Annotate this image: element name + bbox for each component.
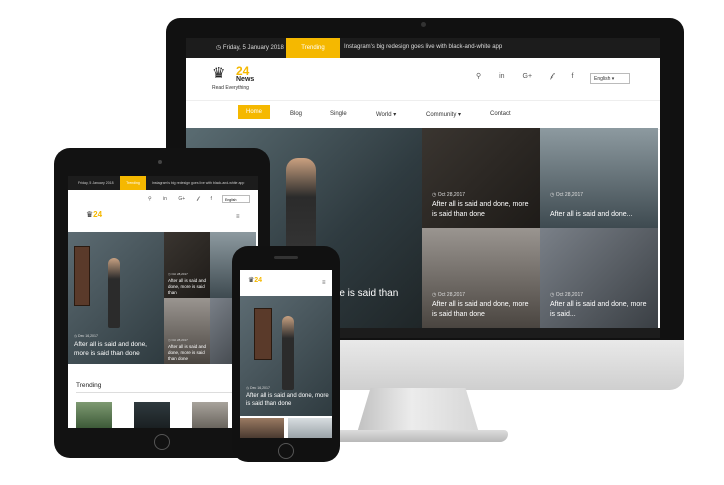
google-plus-icon[interactable]: G+ <box>178 196 185 202</box>
trending-badge[interactable]: Trending <box>286 38 340 60</box>
clock-icon: ◷ <box>216 45 222 51</box>
linkedin-icon[interactable]: in <box>499 73 504 80</box>
monitor-base <box>332 430 508 442</box>
tile-title[interactable]: After all is said and done, more is said… <box>168 344 210 362</box>
date-text: ◷ Friday, 5 January 2018 <box>216 45 284 51</box>
divider <box>76 392 250 393</box>
nav-community[interactable]: Community ▾ <box>426 111 461 118</box>
hero-title[interactable]: After all is said and done, more is said… <box>246 392 330 408</box>
tile-date: ◷ Oct 28,2017 <box>432 192 466 198</box>
search-icon[interactable]: ⚲ <box>148 196 152 202</box>
main-nav: Home Blog Single World ▾ Community ▾ Con… <box>186 100 660 130</box>
crown-icon: ♛ <box>212 65 226 82</box>
search-icon[interactable]: ⚲ <box>476 72 481 80</box>
hero-door <box>254 308 272 360</box>
top-bar: ◷ Friday, 5 January 2018 Trending Instag… <box>186 38 660 60</box>
hero-title[interactable]: After all is said and done, more is said… <box>74 340 162 358</box>
tile-title[interactable]: After all is said and done, more is said… <box>168 278 210 296</box>
camera-icon <box>421 22 426 27</box>
header-icons: ⚲ in G+ 𝓯 f <box>476 72 589 81</box>
linkedin-icon[interactable]: in <box>163 196 167 202</box>
language-select[interactable]: English ▾ <box>590 73 630 84</box>
tablet-top-bar: Friday, 5 January 2018 Trending Instagra… <box>68 176 258 190</box>
home-button <box>154 434 170 450</box>
tile-title[interactable]: After all is said and done, more is said… <box>432 300 532 320</box>
home-button <box>278 443 294 459</box>
hero-door <box>74 246 90 306</box>
site-logo[interactable]: ♛24 <box>86 210 102 219</box>
site-header: ♛ 24 News Read Everything ⚲ in G+ 𝓯 f En… <box>186 58 660 100</box>
article-tile[interactable]: ◷ Oct 28,2017 After all is said and done… <box>540 128 658 228</box>
twitter-icon[interactable]: 𝓯 <box>197 196 200 202</box>
tablet-screen: Friday, 5 January 2018 Trending Instagra… <box>68 176 258 428</box>
site-logo[interactable]: ♛24 <box>248 276 262 284</box>
facebook-icon[interactable]: f <box>210 196 211 202</box>
trending-badge[interactable]: Trending <box>120 176 146 190</box>
tile-title[interactable]: After all is said and done, more is said… <box>432 200 532 220</box>
phone-screen: ♛24 ≡ ◷ Dec 16,2017 After all is said an… <box>240 270 332 438</box>
trending-headline[interactable]: Instagram's big redesign goes live with … <box>152 181 244 185</box>
trending-thumbnail[interactable] <box>76 402 112 428</box>
hero-date: ◷ Dec 16,2017 <box>74 334 98 338</box>
hamburger-icon[interactable]: ≡ <box>322 280 326 286</box>
trending-headline[interactable]: Instagram's big redesign goes live with … <box>344 44 502 50</box>
nav-blog[interactable]: Blog <box>290 111 302 117</box>
article-tile[interactable]: ◷ Oct 28,2017 After all is said and done… <box>164 232 210 298</box>
nav-world[interactable]: World ▾ <box>376 111 396 118</box>
article-tile[interactable]: ◷ Oct 28,2017 After all is said and done… <box>422 228 540 328</box>
chevron-down-icon: ▾ <box>611 76 615 82</box>
article-tile[interactable]: ◷ Oct 28,2017 After all is said and done… <box>164 298 210 364</box>
tile-title[interactable]: After all is said and done, more is said… <box>550 300 650 320</box>
nav-home[interactable]: Home <box>238 105 271 119</box>
facebook-icon[interactable]: f <box>571 73 573 80</box>
tile-date: ◷ Oct 28,2017 <box>168 272 188 276</box>
logo-tagline: Read Everything <box>212 85 249 91</box>
nav-contact[interactable]: Contact <box>490 111 511 117</box>
camera-icon <box>158 160 162 164</box>
tile-date: ◷ Oct 28,2017 <box>550 292 584 298</box>
article-tile[interactable]: ◷ Oct 28,2017 After all is said and done… <box>540 228 658 328</box>
article-thumbnail[interactable] <box>240 418 284 438</box>
nav-single[interactable]: Single <box>330 111 347 117</box>
trending-thumbnail[interactable] <box>192 402 228 428</box>
hero-title[interactable]: re is said than <box>336 288 398 299</box>
google-plus-icon[interactable]: G+ <box>523 73 533 80</box>
trending-thumbnail[interactable] <box>134 402 170 428</box>
date-text: Friday, 5 January 2018 <box>78 181 114 185</box>
tile-date: ◷ Oct 28,2017 <box>550 192 584 198</box>
hero-date: ◷ Dec 16,2017 <box>246 386 270 390</box>
hamburger-icon[interactable]: ≡ <box>236 214 240 220</box>
hero-person <box>282 316 294 390</box>
hero-person <box>108 258 120 328</box>
article-tile[interactable]: ◷ Oct 28,2017 After all is said and done… <box>422 128 540 228</box>
tile-date: ◷ Oct 28,2017 <box>432 292 466 298</box>
article-thumbnail[interactable] <box>288 418 332 438</box>
tile-title[interactable]: After all is said and done... <box>550 210 650 220</box>
logo-word[interactable]: News <box>236 76 254 83</box>
header-icons: ⚲ in G+ 𝓯 f <box>148 196 222 202</box>
monitor-stand <box>357 388 479 432</box>
trending-heading: Trending <box>76 382 102 389</box>
language-select[interactable]: English <box>222 195 250 203</box>
twitter-icon[interactable]: 𝓯 <box>550 73 554 81</box>
speaker-icon <box>274 256 298 259</box>
tile-date: ◷ Oct 28,2017 <box>168 338 188 342</box>
